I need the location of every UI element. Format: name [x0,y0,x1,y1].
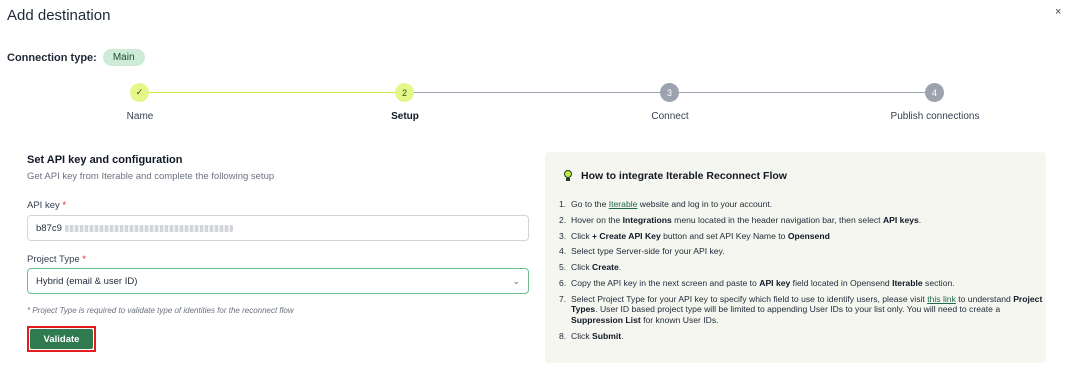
help-step: 6. Copy the API key in the next screen a… [559,277,955,288]
lightbulb-icon [563,170,573,182]
stepper-progress-line [140,92,405,93]
required-mark: * [82,254,86,265]
validate-button[interactable]: Validate [30,329,93,349]
project-type-label: Project Type * [27,254,86,265]
chevron-down-icon: ⌄ [512,275,520,286]
form-subtitle: Get API key from Iterable and complete t… [27,171,275,182]
help-step: 1. Go to the Iterable website and log in… [559,199,773,209]
step-1-label: Name [126,111,154,122]
step-4-label: Publish connections [890,111,980,122]
validate-highlight: Validate [27,326,96,352]
help-step: 4. Select type Server-side for your API … [559,246,725,257]
help-step: 5. Click Create. [559,262,622,273]
help-step: 2. Hover on the Integrations menu locate… [559,214,922,225]
api-key-redacted [64,224,233,232]
help-step: 7. Select Project Type for your API key … [559,293,1043,325]
step-3-marker: 3 [660,83,679,102]
help-header: How to integrate Iterable Reconnect Flow [563,170,787,182]
iterable-link[interactable]: Iterable [609,199,638,209]
help-step: 3. Click + Create API Key button and set… [559,230,830,241]
step-2-marker: 2 [395,83,414,102]
project-type-select[interactable]: Hybrid (email & user ID) ⌄ [27,268,529,294]
help-step: 8. Click Submit. [559,330,624,341]
step-1-check-icon: ✓ [130,83,149,102]
project-types-link[interactable]: this link [927,294,956,304]
api-key-label: API key * [27,200,67,211]
step-2-label: Setup [391,111,419,122]
api-key-value: b87c9 [36,222,62,234]
form-title: Set API key and configuration [27,154,183,166]
integration-help-panel: How to integrate Iterable Reconnect Flow… [545,152,1046,363]
help-title: How to integrate Iterable Reconnect Flow [581,170,787,182]
stepper: ✓ 2 3 4 Name Setup Connect Publish conne… [0,0,1072,130]
step-4-marker: 4 [925,83,944,102]
step-3-label: Connect [651,111,689,122]
api-config-form: Set API key and configuration Get API ke… [27,154,531,352]
project-type-note: * Project Type is required to validate t… [27,306,294,315]
api-key-input[interactable]: b87c9 [27,215,529,241]
project-type-value: Hybrid (email & user ID) [36,275,138,287]
required-mark: * [62,200,67,211]
help-steps-list: 1. Go to the Iterable website and log in… [559,199,1043,346]
